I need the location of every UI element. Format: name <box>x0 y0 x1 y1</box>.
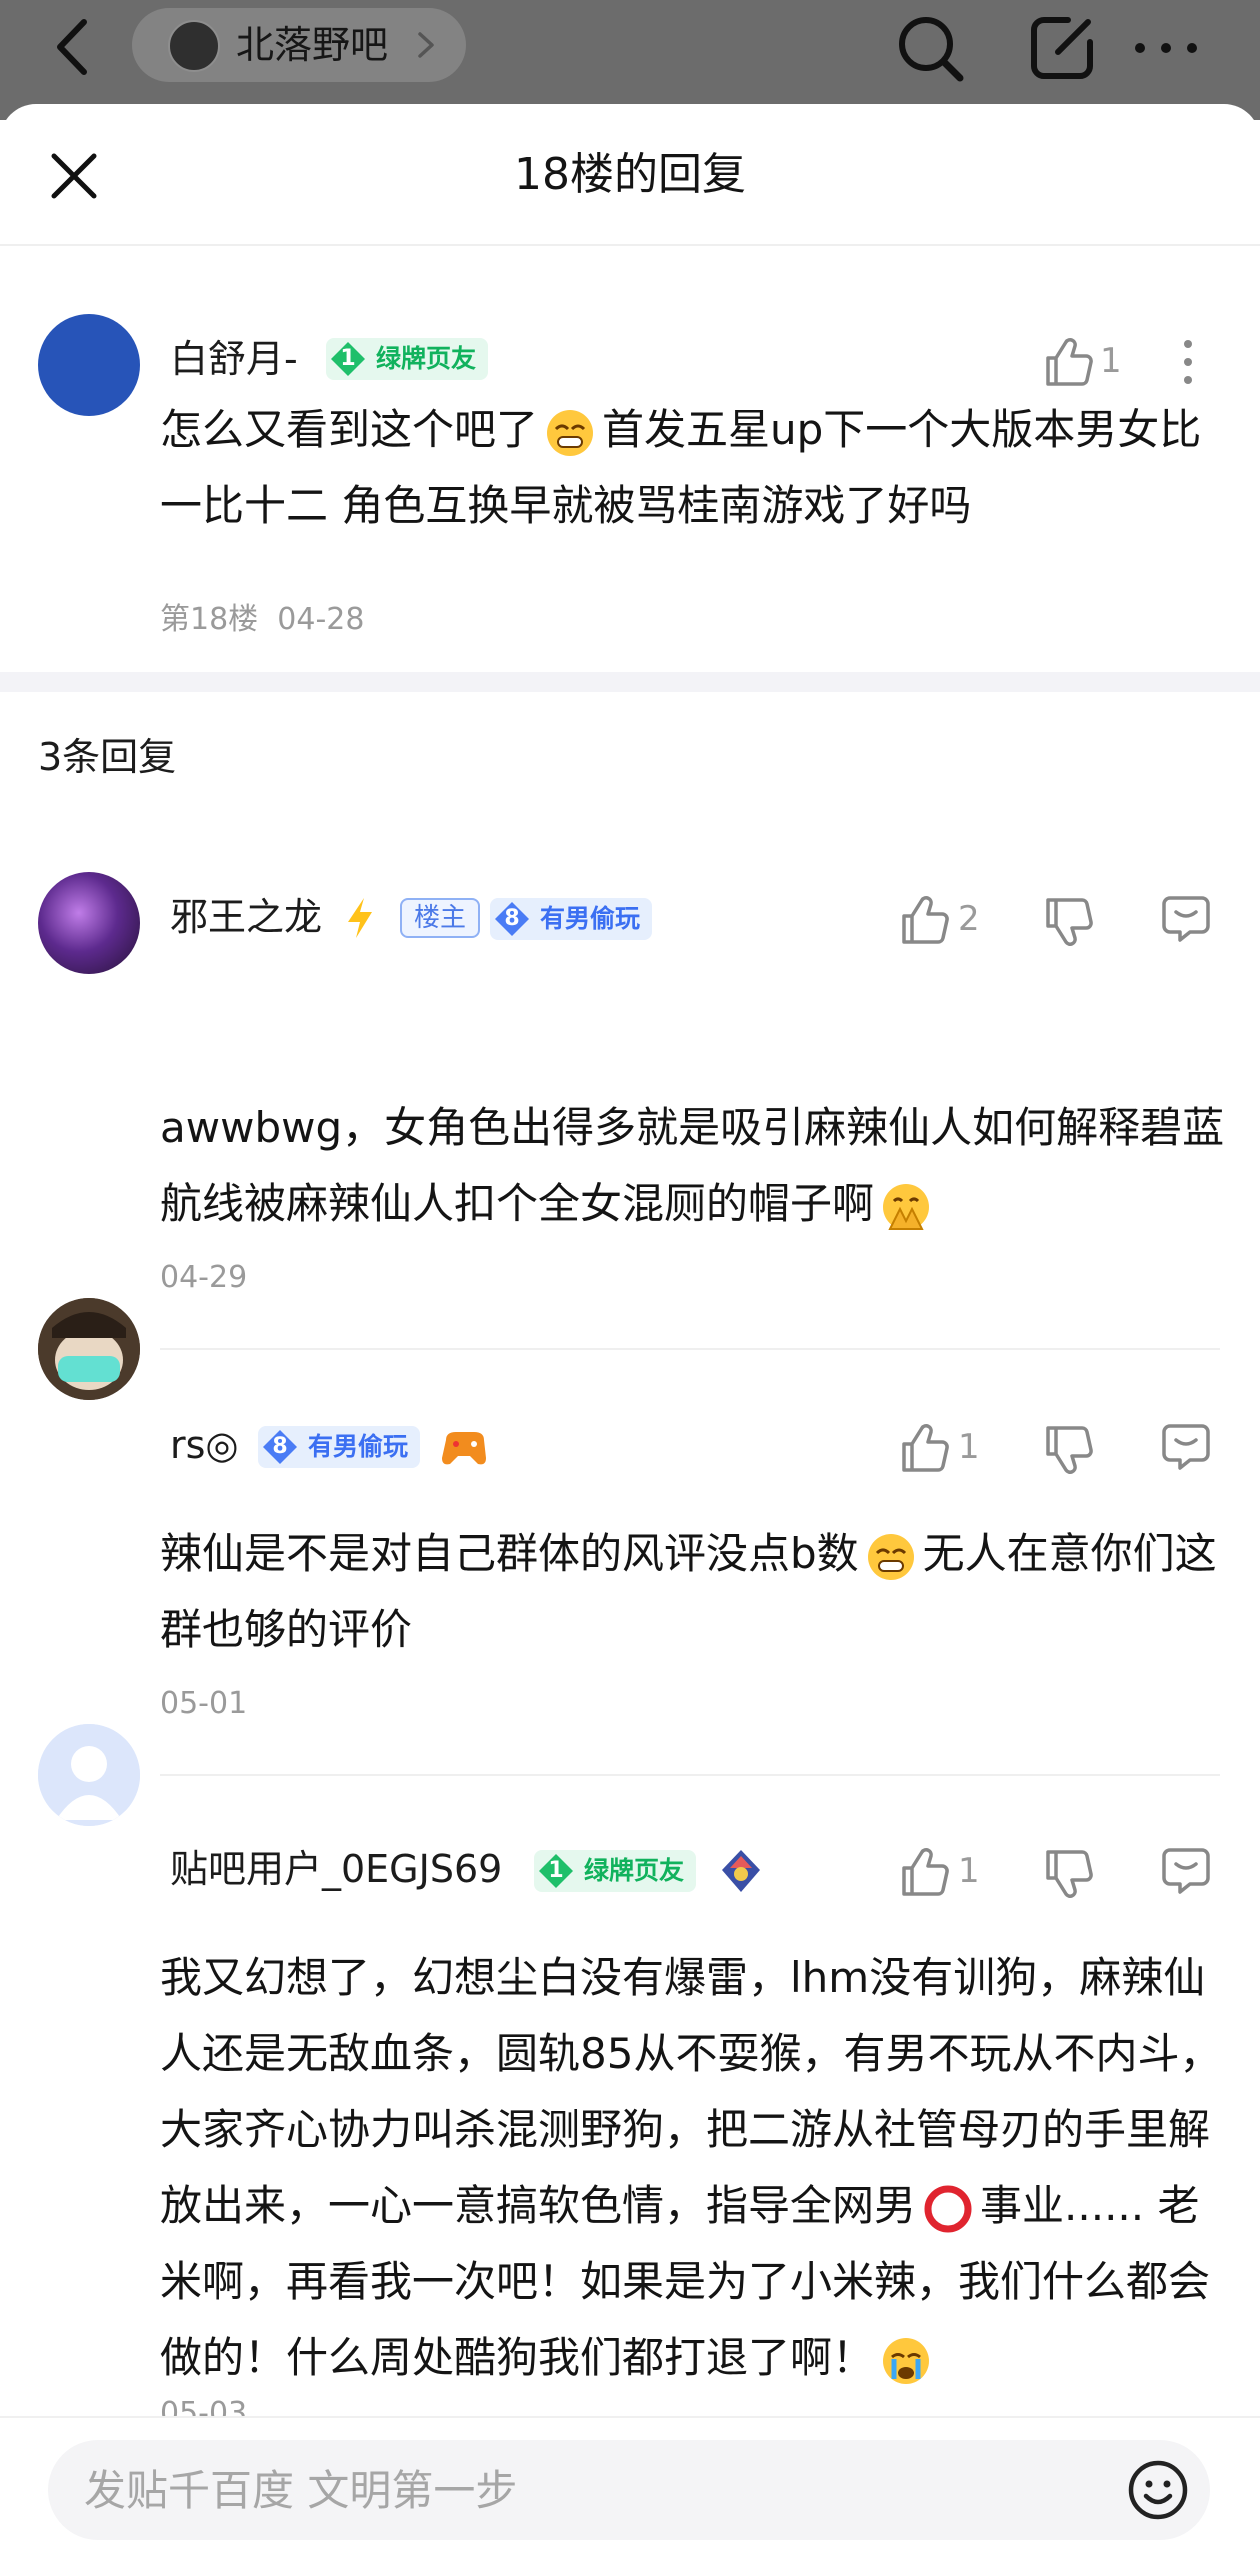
forum-name: 北落野吧 <box>236 23 389 67</box>
rank-medal-icon <box>722 1850 760 1892</box>
like-icon[interactable] <box>896 1844 952 1900</box>
sheet-header: 18楼的回复 <box>0 104 1260 246</box>
more-options-icon[interactable] <box>1160 334 1216 390</box>
badge-text: 有男偷玩 <box>308 1432 409 1461</box>
badge-text: 有男偷玩 <box>540 904 641 933</box>
input-placeholder: 发贴千百度 文明第一步 <box>84 2466 518 2515</box>
chevron-right-icon <box>418 32 434 58</box>
post-date: 04-28 <box>277 602 365 637</box>
back-arrow-icon[interactable] <box>46 14 106 80</box>
reply-content: 辣仙是不是对自己群体的风评没点b数 无人在意你们这群也够的评价 <box>160 1516 1230 1668</box>
floor-number: 第18楼 <box>160 602 259 637</box>
praying-emoji-icon <box>883 1183 930 1230</box>
divider <box>160 1348 1220 1350</box>
level-diamond-icon <box>539 1854 573 1888</box>
username[interactable]: 邪王之龙 <box>170 894 322 940</box>
level-diamond-icon <box>495 902 529 936</box>
forum-avatar <box>168 20 220 72</box>
red-circle-icon <box>924 2185 972 2232</box>
reply-content: awwbwg，女角色出得多就是吸引麻辣仙人如何解释碧蓝航线被麻辣仙人扣个全女混厕… <box>160 1090 1230 1242</box>
level-badge[interactable]: 1 绿牌页友 <box>326 338 489 380</box>
search-icon[interactable] <box>892 10 968 86</box>
level-badge[interactable]: 8 有男偷玩 <box>490 898 653 940</box>
like-count: 1 <box>958 1851 980 1891</box>
crying-emoji-icon <box>883 2337 930 2384</box>
username[interactable]: rs◎ <box>170 1422 239 1468</box>
lightning-icon <box>348 898 372 938</box>
post-meta: 第18楼 04-28 <box>160 602 364 638</box>
avatar[interactable] <box>38 872 140 974</box>
comment-icon[interactable] <box>1158 890 1214 946</box>
owner-badge: 楼主 <box>400 898 481 938</box>
grin-emoji-icon <box>867 1533 914 1580</box>
level-badge[interactable]: 1 绿牌页友 <box>534 1850 697 1892</box>
badge-text: 绿牌页友 <box>584 1856 685 1885</box>
comment-icon[interactable] <box>1158 1842 1214 1898</box>
emoji-picker-icon[interactable] <box>1126 2458 1190 2522</box>
forum-link[interactable]: 北落野吧 <box>132 8 466 82</box>
level-diamond-icon <box>263 1430 297 1464</box>
more-options-icon[interactable] <box>1128 10 1204 86</box>
badge-text: 绿牌页友 <box>376 344 477 373</box>
sheet-title: 18楼的回复 <box>514 149 746 200</box>
level-diamond-icon <box>331 342 365 376</box>
avatar-image <box>38 1298 140 1400</box>
like-count: 1 <box>958 1427 980 1467</box>
reply-content: 我又幻想了，幻想尘白没有爆雷，lhm没有训狗，麻辣仙人还是无敌血条，圆轨85从不… <box>160 1940 1230 2396</box>
reply-date: 04-29 <box>160 1260 248 1295</box>
avatar[interactable] <box>38 1724 140 1826</box>
like-icon[interactable] <box>896 892 952 948</box>
grin-emoji-icon <box>547 409 594 456</box>
default-avatar-icon <box>38 1724 140 1826</box>
like-count: 1 <box>1100 341 1122 381</box>
dislike-icon[interactable] <box>1040 894 1096 950</box>
avatar[interactable] <box>38 314 140 416</box>
reply-text: awwbwg，女角色出得多就是吸引麻辣仙人如何解释碧蓝航线被麻辣仙人扣个全女混厕… <box>160 1103 1225 1228</box>
gamepad-medal-icon <box>442 1432 486 1465</box>
dislike-icon[interactable] <box>1040 1846 1096 1902</box>
reply-text: 辣仙是不是对自己群体的风评没点b数 <box>160 1529 859 1578</box>
section-divider <box>0 672 1260 692</box>
divider <box>160 1774 1220 1776</box>
compose-icon[interactable] <box>1024 10 1100 86</box>
like-icon[interactable] <box>1040 334 1096 390</box>
reply-date: 05-01 <box>160 1686 248 1721</box>
reply-count: 3条回复 <box>38 735 177 779</box>
dislike-icon[interactable] <box>1040 1422 1096 1478</box>
post-content: 怎么又看到这个吧了 首发五星up下一个大版本男女比一比十二 角色互换早就被骂桂南游… <box>160 392 1230 544</box>
top-bar: 北落野吧 <box>0 0 1260 120</box>
like-icon[interactable] <box>896 1420 952 1476</box>
username[interactable]: 贴吧用户_0EGJS69 <box>170 1846 502 1892</box>
level-badge[interactable]: 8 有男偷玩 <box>258 1426 421 1468</box>
comment-icon[interactable] <box>1158 1418 1214 1474</box>
avatar[interactable] <box>38 1298 140 1400</box>
post-text: 怎么又看到这个吧了 <box>160 405 539 454</box>
comment-input[interactable]: 发贴千百度 文明第一步 <box>48 2440 1210 2540</box>
composer-bar: 发贴千百度 文明第一步 <box>0 2416 1260 2566</box>
reply-sheet: 18楼的回复 白舒月- 1 绿牌页友 1 怎么又看到这个吧了 首发五星up下一个大… <box>0 104 1260 2564</box>
username[interactable]: 白舒月- <box>170 336 298 382</box>
like-count: 2 <box>958 899 980 939</box>
